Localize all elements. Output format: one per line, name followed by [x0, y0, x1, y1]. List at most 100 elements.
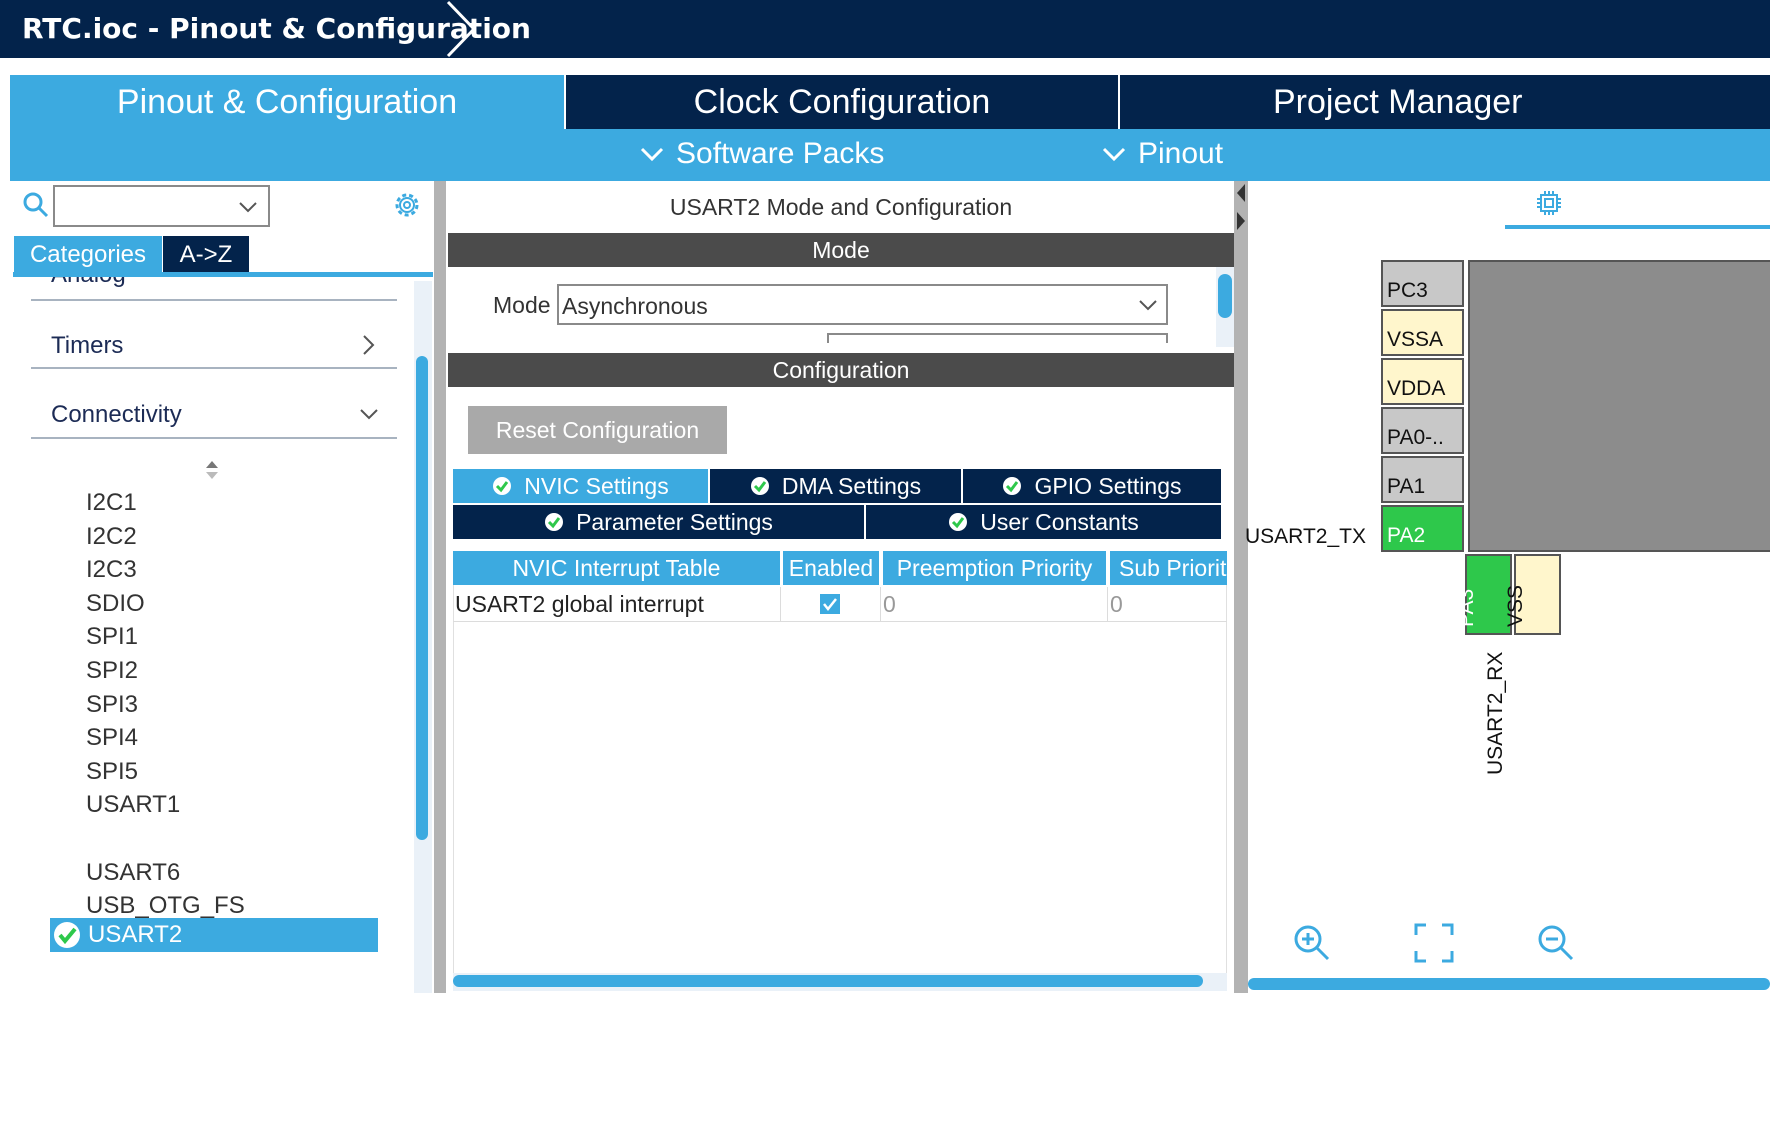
- enabled-checkbox[interactable]: [819, 593, 841, 615]
- chevron-down-icon: [360, 409, 378, 420]
- pin-pa1[interactable]: PA1: [1381, 456, 1464, 503]
- scrollbar-thumb[interactable]: [453, 975, 1203, 987]
- software-packs-label: Software Packs: [676, 137, 885, 170]
- zoom-out-icon[interactable]: [1536, 923, 1576, 963]
- check-circle-icon: [545, 513, 564, 531]
- tab-label: NVIC Settings: [524, 472, 669, 499]
- pinout-label: Pinout: [1138, 137, 1224, 170]
- mode-configuration-panel: USART2 Mode and Configuration Mode Mode …: [448, 181, 1234, 993]
- check-circle-icon: [949, 513, 968, 531]
- peripheral-usart6[interactable]: USART6: [86, 859, 180, 887]
- pin-vssa[interactable]: VSSA: [1381, 309, 1464, 356]
- category-connectivity[interactable]: Connectivity: [31, 401, 397, 435]
- peripheral-label: USART2: [88, 921, 183, 948]
- pin-vss[interactable]: VSS: [1504, 554, 1561, 635]
- tab-user-constants[interactable]: User Constants: [866, 505, 1221, 539]
- chevron-right-icon: [363, 335, 375, 355]
- scrollbar-thumb[interactable]: [1248, 978, 1770, 990]
- peripheral-spi1[interactable]: SPI1: [86, 623, 138, 651]
- tab-label: GPIO Settings: [1034, 472, 1182, 499]
- category-analog[interactable]: Analog: [31, 277, 397, 291]
- reset-configuration-button[interactable]: Reset Configuration: [468, 406, 727, 454]
- peripheral-spi5[interactable]: SPI5: [86, 758, 138, 786]
- tab-label: DMA Settings: [781, 472, 922, 499]
- column-header[interactable]: NVIC Interrupt Table: [453, 551, 780, 585]
- category-label: Timers: [51, 332, 124, 359]
- panel-divider[interactable]: [1234, 181, 1248, 993]
- collapse-left-icon[interactable]: [1236, 183, 1246, 203]
- scrollbar-thumb[interactable]: [1218, 274, 1232, 318]
- peripheral-usart2[interactable]: USART2: [50, 918, 378, 952]
- tab-label: Clock Configuration: [693, 82, 991, 121]
- mode-select-value: Asynchronous: [562, 293, 708, 319]
- peripheral-spi2[interactable]: SPI2: [86, 657, 138, 685]
- table-cell-sub-priority[interactable]: 0: [1110, 587, 1123, 621]
- category-timers[interactable]: Timers: [31, 332, 397, 366]
- mode-label: Mode: [493, 292, 551, 318]
- tab-underline: [1505, 225, 1770, 229]
- peripheral-usart1[interactable]: USART1: [86, 791, 180, 819]
- zoom-in-icon[interactable]: [1292, 923, 1332, 963]
- tab-dma-settings[interactable]: DMA Settings: [710, 469, 961, 503]
- pin-label: VSS: [1504, 584, 1527, 627]
- peripheral-spi4[interactable]: SPI4: [86, 724, 138, 752]
- peripheral-usb-otg-fs[interactable]: USB_OTG_FS: [86, 892, 245, 920]
- panel-divider[interactable]: [434, 181, 446, 993]
- peripheral-sdio[interactable]: SDIO: [86, 590, 145, 618]
- tab-label: Project Manager: [1273, 82, 1523, 121]
- software-packs-menu[interactable]: Software Packs: [640, 137, 884, 171]
- scrollbar-thumb[interactable]: [416, 356, 428, 840]
- column-header[interactable]: Sub Priorit: [1110, 551, 1227, 585]
- peripheral-i2c1[interactable]: I2C1: [86, 489, 137, 517]
- tab-label: A->Z: [179, 240, 233, 268]
- tab-categories[interactable]: Categories: [14, 236, 162, 273]
- pin-pa2[interactable]: PA2: [1381, 505, 1464, 552]
- breadcrumb-chevron-icon: [446, 0, 477, 58]
- expand-right-icon[interactable]: [1236, 211, 1246, 231]
- tab-parameter-settings[interactable]: Parameter Settings: [453, 505, 864, 539]
- chip-view-icon[interactable]: [1535, 189, 1563, 217]
- divider: [1107, 587, 1108, 621]
- divider: [453, 621, 1227, 622]
- sub-menu-bar: Software Packs Pinout: [10, 129, 1770, 181]
- divider: [31, 299, 397, 301]
- pin-pc3[interactable]: PC3: [1381, 260, 1464, 307]
- button-label: Reset Configuration: [495, 416, 700, 443]
- pin-pa0[interactable]: PA0-..: [1381, 407, 1464, 454]
- signal-label-usart2-tx: USART2_TX: [1245, 525, 1366, 548]
- table-cell-preemption[interactable]: 0: [883, 587, 896, 621]
- mode-option-field[interactable]: [827, 333, 1168, 343]
- column-header[interactable]: Enabled: [783, 551, 879, 585]
- check-circle-icon: [493, 477, 512, 495]
- peripheral-i2c2[interactable]: I2C2: [86, 523, 137, 551]
- chevron-down-icon: [640, 147, 664, 162]
- tab-pinout-configuration[interactable]: Pinout & Configuration: [10, 75, 564, 129]
- tab-a-to-z[interactable]: A->Z: [163, 236, 249, 273]
- pin-label: PA3: [1455, 588, 1478, 627]
- pinout-menu[interactable]: Pinout: [1102, 137, 1223, 171]
- pin-vdda[interactable]: VDDA: [1381, 358, 1464, 405]
- tab-gpio-settings[interactable]: GPIO Settings: [963, 469, 1221, 503]
- mode-select[interactable]: Asynchronous: [557, 284, 1168, 325]
- search-icon[interactable]: [22, 191, 50, 219]
- tab-nvic-settings[interactable]: NVIC Settings: [453, 469, 708, 503]
- divider: [780, 587, 781, 621]
- check-circle-icon: [54, 922, 80, 948]
- signal-label-usart2-rx: USART2_RX: [1484, 651, 1507, 775]
- chevron-down-icon: [1102, 147, 1126, 162]
- peripheral-i2c3[interactable]: I2C3: [86, 556, 137, 584]
- sort-icon[interactable]: [204, 459, 220, 481]
- chevron-down-icon[interactable]: [238, 201, 258, 213]
- tab-project-manager[interactable]: Project Manager: [1120, 75, 1770, 129]
- pin-label: VDDA: [1387, 377, 1446, 400]
- chevron-down-icon: [1139, 300, 1157, 311]
- category-label: Analog: [51, 277, 126, 289]
- fit-to-screen-icon[interactable]: [1414, 923, 1454, 963]
- pin-label: PA1: [1387, 475, 1426, 498]
- gear-icon[interactable]: [391, 189, 423, 221]
- column-header[interactable]: Preemption Priority: [883, 551, 1106, 585]
- tab-clock-configuration[interactable]: Clock Configuration: [566, 75, 1118, 129]
- pin-label: PC3: [1387, 279, 1428, 302]
- search-input[interactable]: [53, 185, 270, 227]
- peripheral-spi3[interactable]: SPI3: [86, 691, 138, 719]
